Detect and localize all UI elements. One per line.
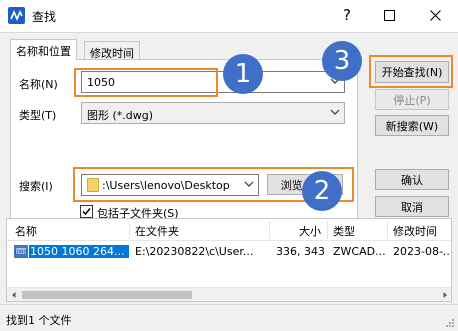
result-name: 1050 1060 264...	[29, 245, 129, 258]
search-label: 搜索(I)	[19, 180, 53, 193]
svg-text:DWG: DWG	[15, 250, 28, 256]
cancel-button[interactable]: 取消	[375, 196, 449, 217]
table-row[interactable]: DWG 1050 1060 264... E:\20230822\c\User.…	[7, 243, 451, 261]
resize-grip-icon[interactable]	[445, 318, 455, 328]
marker-number: 3	[333, 46, 351, 76]
type-label: 类型(T)	[19, 109, 57, 122]
step-marker-3: 3	[322, 41, 362, 81]
marker-number: 1	[234, 59, 252, 89]
column-header-type[interactable]: 类型	[333, 223, 355, 239]
tab-panel: 名称(N) 1050 类型(T) 图形 (*.dwg) 搜索(I) :\User…	[10, 59, 358, 241]
help-icon: ?	[343, 6, 351, 24]
step-marker-1: 1	[223, 54, 263, 94]
column-header-name[interactable]: 名称	[15, 223, 37, 239]
help-button[interactable]: ?	[324, 0, 370, 30]
column-divider[interactable]	[327, 221, 328, 239]
close-button[interactable]	[412, 0, 458, 30]
dialog-body: 名称和位置 修改时间 名称(N) 1050 类型(T) 图形 (*.dwg) 搜…	[0, 32, 458, 331]
column-divider[interactable]	[269, 221, 270, 239]
start-search-highlight-box	[369, 55, 453, 88]
name-label: 名称(N)	[19, 78, 58, 91]
maximize-button[interactable]	[366, 0, 412, 30]
results-header: 名称 在文件夹 大小 类型 修改时间	[7, 219, 451, 241]
scrollbar-thumb[interactable]	[22, 291, 192, 299]
checkmark-icon	[82, 208, 91, 216]
new-search-button[interactable]: 新搜索(W)	[375, 115, 449, 136]
status-text: 找到1 个文件	[6, 314, 72, 327]
tab-modified-time[interactable]: 修改时间	[84, 41, 140, 60]
ok-button[interactable]: 确认	[375, 169, 449, 190]
name-highlight-box	[74, 68, 218, 97]
marker-number: 2	[313, 176, 331, 206]
type-value: 图形 (*.dwg)	[87, 109, 154, 122]
new-search-label: 新搜索(W)	[385, 119, 439, 133]
stop-label: 停止(P)	[393, 93, 431, 107]
column-divider[interactable]	[129, 221, 130, 239]
tab-label: 名称和位置	[16, 45, 71, 58]
horizontal-scrollbar[interactable]	[7, 287, 451, 301]
result-modified: 2023-08-...	[393, 245, 451, 258]
results-list[interactable]: 名称 在文件夹 大小 类型 修改时间 DWG 1050 1060 264... …	[6, 218, 452, 302]
scroll-left-icon[interactable]	[10, 291, 18, 299]
scroll-right-icon[interactable]	[441, 291, 449, 299]
result-type: ZWCAD...	[333, 245, 385, 258]
stop-button[interactable]: 停止(P)	[375, 89, 449, 110]
cancel-label: 取消	[401, 200, 423, 214]
column-header-size[interactable]: 大小	[299, 223, 321, 239]
status-bar: 找到1 个文件	[0, 304, 458, 331]
maximize-icon	[383, 9, 395, 21]
window-title: 查找	[32, 10, 57, 24]
result-size: 336, 343	[276, 245, 325, 258]
close-icon	[429, 9, 441, 21]
result-folder: E:\20230822\c\User...	[135, 245, 254, 258]
ok-label: 确认	[401, 173, 423, 187]
dwg-file-icon: DWG	[14, 245, 28, 258]
cad-app-icon	[8, 7, 25, 24]
column-header-modified[interactable]: 修改时间	[393, 223, 437, 239]
type-combobox[interactable]: 图形 (*.dwg)	[81, 102, 345, 124]
tab-name-location[interactable]: 名称和位置	[10, 39, 77, 60]
include-subfolders-checkbox[interactable]	[80, 205, 93, 218]
column-divider[interactable]	[387, 221, 388, 239]
step-marker-2: 2	[302, 171, 342, 211]
chevron-down-icon[interactable]	[330, 107, 340, 117]
title-bar: 查找 ?	[0, 0, 458, 32]
column-header-folder[interactable]: 在文件夹	[135, 223, 179, 239]
